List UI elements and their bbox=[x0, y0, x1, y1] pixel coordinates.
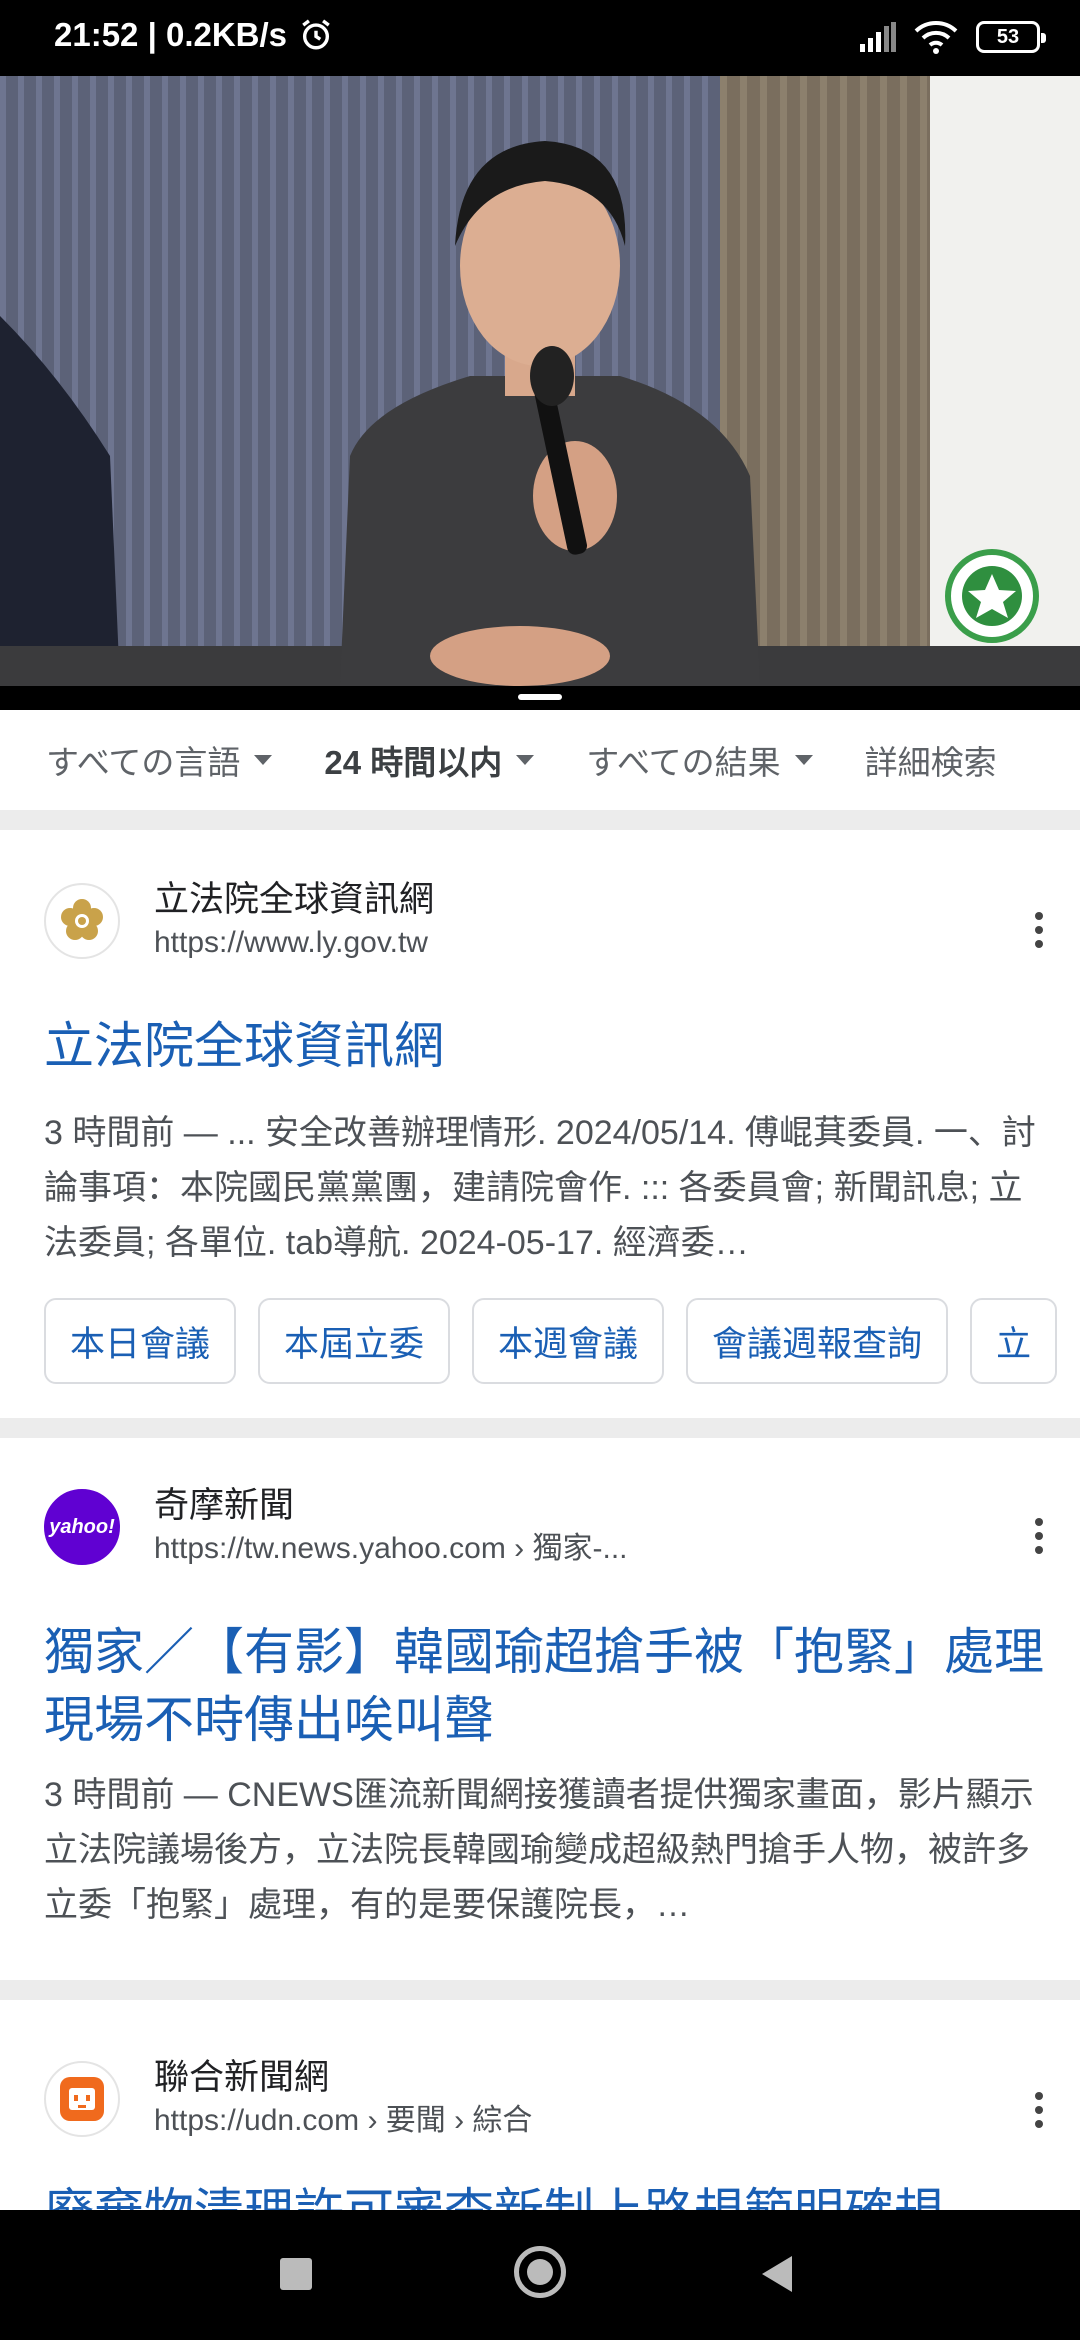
search-result: 聯合新聞網 https://udn.com › 要聞 › 綜合 廢棄物清理許可審… bbox=[0, 2000, 1080, 2210]
ly-logo-icon bbox=[44, 883, 120, 959]
battery-level: 53 bbox=[996, 25, 1020, 48]
battery-icon: 53 bbox=[976, 21, 1046, 53]
filter-results-label: すべての結果 bbox=[586, 744, 781, 781]
sitelink-chips: 本日會議 本屆立委 本週會議 會議週報查詢 立 bbox=[44, 1298, 1058, 1384]
yahoo-logo-text: yahoo! bbox=[49, 1515, 115, 1538]
sitelink-chip[interactable]: 立 bbox=[970, 1298, 1058, 1384]
filter-results[interactable]: すべての結果 bbox=[586, 736, 813, 784]
filter-advanced-label: 詳細検索 bbox=[864, 744, 997, 781]
drag-handle[interactable] bbox=[518, 694, 562, 700]
site-name: 聯合新聞網 bbox=[154, 2058, 330, 2097]
site-row[interactable]: yahoo! 奇摩新聞 https://tw.news.yahoo.com › … bbox=[44, 1484, 628, 1570]
more-options-icon[interactable] bbox=[1034, 1518, 1044, 1554]
status-time: 21:52 | 0.2KB/s bbox=[54, 16, 288, 53]
result-title[interactable]: 獨家／【有影】韓國瑜超搶手被「抱緊」處理現場不時傳出唉叫聲 bbox=[44, 1618, 1044, 1754]
wifi-icon bbox=[914, 21, 958, 54]
result-snippet: 3 時間前 — ... 安全改善辦理情形. 2024/05/14. 傅崐萁委員.… bbox=[44, 1114, 1036, 1262]
site-url-crumbs: › 獨家-... bbox=[505, 1532, 628, 1565]
status-right: 53 bbox=[860, 20, 1046, 54]
divider bbox=[0, 1980, 1080, 2000]
site-row[interactable]: 聯合新聞網 https://udn.com › 要聞 › 綜合 bbox=[44, 2056, 532, 2142]
site-url-crumbs: › 要聞 › 綜合 bbox=[359, 2104, 533, 2137]
search-result: 立法院全球資訊網 https://www.ly.gov.tw 立法院全球資訊網 … bbox=[0, 830, 1080, 1418]
search-filters: すべての言語 24 時間以内 すべての結果 詳細検索 bbox=[0, 710, 1080, 810]
site-name: 奇摩新聞 bbox=[154, 1486, 295, 1525]
divider bbox=[0, 1418, 1080, 1438]
result-title[interactable]: 立法院全球資訊網 bbox=[44, 1012, 1044, 1080]
more-options-icon[interactable] bbox=[1034, 912, 1044, 948]
system-nav-bar bbox=[0, 2210, 1080, 2340]
site-url: https://tw.news.yahoo.com › 獨家-... bbox=[154, 1528, 628, 1570]
video-player[interactable] bbox=[0, 76, 1080, 686]
site-url: https://udn.com › 要聞 › 綜合 bbox=[154, 2100, 532, 2142]
more-options-icon[interactable] bbox=[1034, 2092, 1044, 2128]
search-result: yahoo! 奇摩新聞 https://tw.news.yahoo.com › … bbox=[0, 1438, 1080, 1980]
status-left: 21:52 | 0.2KB/s bbox=[54, 16, 333, 54]
home-button[interactable] bbox=[514, 2246, 566, 2298]
signal-icon bbox=[860, 22, 896, 52]
status-bar: 21:52 | 0.2KB/s 53 bbox=[0, 0, 1080, 76]
result-snippet: 3 時間前 — CNEWS匯流新聞網接獲讀者提供獨家畫面，影片顯示立法院議場後方… bbox=[44, 1776, 1034, 1924]
site-url-domain: https://tw.news.yahoo.com bbox=[154, 1532, 506, 1565]
alarm-icon bbox=[302, 19, 330, 50]
site-name: 立法院全球資訊網 bbox=[154, 880, 435, 919]
site-url-domain: https://www.ly.gov.tw bbox=[154, 926, 428, 959]
sitelink-chip[interactable]: 會議週報查詢 bbox=[686, 1298, 949, 1384]
recents-button[interactable] bbox=[280, 2258, 312, 2290]
filter-time[interactable]: 24 時間以内 bbox=[324, 736, 535, 784]
site-meta: 奇摩新聞 https://tw.news.yahoo.com › 獨家-... bbox=[154, 1484, 628, 1570]
caret-down-icon bbox=[794, 755, 813, 765]
video-bar bbox=[0, 686, 1080, 710]
udn-logo-icon bbox=[44, 2061, 120, 2137]
sitelink-chip[interactable]: 本週會議 bbox=[472, 1298, 665, 1384]
filter-advanced[interactable]: 詳細検索 bbox=[865, 736, 997, 784]
filter-language[interactable]: すべての言語 bbox=[46, 736, 273, 784]
site-row[interactable]: 立法院全球資訊網 https://www.ly.gov.tw bbox=[44, 878, 434, 964]
back-button[interactable] bbox=[762, 2256, 792, 2292]
caret-down-icon bbox=[254, 755, 273, 765]
caret-down-icon bbox=[516, 755, 535, 765]
site-url: https://www.ly.gov.tw bbox=[154, 922, 434, 964]
site-meta: 立法院全球資訊網 https://www.ly.gov.tw bbox=[154, 878, 434, 964]
filter-time-label: 24 時間以内 bbox=[324, 744, 503, 781]
yahoo-logo-icon: yahoo! bbox=[44, 1489, 120, 1565]
filter-language-label: すべての言語 bbox=[46, 744, 241, 781]
divider bbox=[0, 810, 1080, 830]
sitelink-chip[interactable]: 本屆立委 bbox=[258, 1298, 451, 1384]
site-url-domain: https://udn.com bbox=[154, 2104, 360, 2137]
sitelink-chip[interactable]: 本日會議 bbox=[44, 1298, 237, 1384]
video-frame bbox=[0, 76, 1080, 686]
result-title[interactable]: 廢棄物清理許可審查新制上路規範明確規 bbox=[44, 2178, 1044, 2210]
site-meta: 聯合新聞網 https://udn.com › 要聞 › 綜合 bbox=[154, 2056, 532, 2142]
